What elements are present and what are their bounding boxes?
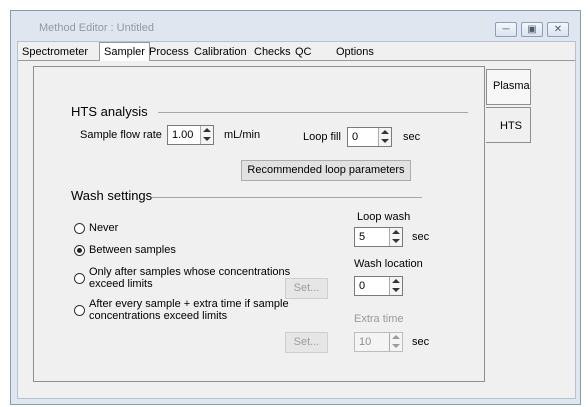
flow-rate-spin-arrows[interactable] [200,126,213,144]
side-tab-plasma[interactable]: Plasma [486,69,531,105]
loop-wash-unit: sec [412,231,430,243]
flow-rate-spinner[interactable]: 1.00 [167,125,214,145]
minimize-icon: ─ [502,24,510,35]
hts-analysis-heading: HTS analysis [71,104,148,119]
extra-time-label: Extra time [354,313,404,325]
loop-fill-label: Loop fill [303,131,341,143]
side-tab-hts[interactable]: HTS [486,107,531,143]
loop-wash-value: 5 [359,231,366,243]
recommended-loop-parameters-button[interactable]: Recommended loop parameters [241,160,411,181]
loop-wash-label: Loop wash [357,211,411,223]
extra-time-spin-arrows[interactable] [389,333,402,351]
spin-down-icon [392,344,400,348]
maximize-icon: ▣ [527,24,537,35]
radio-between-samples-label[interactable]: Between samples [89,244,176,256]
flow-rate-label: Sample flow rate [80,129,162,141]
spin-down-icon [392,239,400,243]
editor-client-area: Spectrometer Sampler Process Calibration… [17,41,576,399]
extra-time-unit: sec [412,336,430,348]
tab-qc[interactable]: QC [295,44,312,61]
title-bar[interactable]: Method Editor : Untitled ─ ▣ ✕ [11,11,580,41]
hts-group-line [158,112,468,113]
tab-checks[interactable]: Checks [254,44,291,61]
wash-location-spinner[interactable]: 0 [354,276,403,296]
close-button[interactable]: ✕ [547,22,569,37]
loop-fill-value: 0 [352,131,359,143]
maximize-button[interactable]: ▣ [521,22,543,37]
loop-fill-spin-arrows[interactable] [378,128,391,146]
wash-location-spin-arrows[interactable] [389,277,402,295]
radio-only-after-samples[interactable] [74,273,85,284]
radio-after-every-sample-label-line2[interactable]: concentrations exceed limits [89,310,227,322]
radio-only-after-samples-label-line1[interactable]: Only after samples whose concentrations [89,266,290,278]
radio-never[interactable] [74,223,85,234]
radio-between-samples[interactable] [74,245,85,256]
spin-down-icon [392,288,400,292]
spin-up-icon [203,128,211,132]
flow-rate-value: 1.00 [172,129,194,141]
wash-settings-heading: Wash settings [71,188,153,203]
tab-calibration[interactable]: Calibration [194,44,247,61]
radio-only-after-samples-label-line2[interactable]: exceed limits [89,278,153,290]
spin-down-icon [203,137,211,141]
tab-options[interactable]: Options [336,44,374,61]
window-title: Method Editor : Untitled [39,22,154,34]
minimize-button[interactable]: ─ [495,22,517,37]
wash-location-label: Wash location [354,258,423,270]
tab-spectrometer[interactable]: Spectrometer [22,44,88,61]
radio-after-every-sample[interactable] [74,305,85,316]
close-icon: ✕ [553,24,563,35]
set-button-2[interactable]: Set... [285,332,328,353]
radio-never-label[interactable]: Never [89,222,118,234]
radio-selected-dot [77,248,82,253]
wash-group-line [152,197,422,198]
side-tab-plasma-label: Plasma [493,80,530,92]
wash-location-value: 0 [359,280,366,292]
set-button-1[interactable]: Set... [285,278,328,299]
loop-wash-spinner[interactable]: 5 [354,227,403,247]
tab-sampler[interactable]: Sampler [99,42,150,61]
extra-time-value: 10 [359,336,372,348]
tab-process[interactable]: Process [149,44,189,61]
extra-time-spinner[interactable]: 10 [354,332,403,352]
radio-after-every-sample-label-line1[interactable]: After every sample + extra time if sampl… [89,298,289,310]
loop-fill-unit: sec [403,131,421,143]
spin-down-icon [381,139,389,143]
flow-rate-unit: mL/min [224,129,261,141]
spin-up-icon [381,130,389,134]
spin-up-icon [392,279,400,283]
loop-fill-spinner[interactable]: 0 [347,127,392,147]
spin-up-icon [392,335,400,339]
tab-strip: Spectrometer Sampler Process Calibration… [18,42,575,61]
sampler-panel: HTS analysis Sample flow rate 1.00 mL/mi… [33,66,485,382]
method-editor-window: Method Editor : Untitled ─ ▣ ✕ Spectrome… [10,10,581,405]
side-tab-hts-label: HTS [500,120,522,132]
spin-up-icon [392,230,400,234]
loop-wash-spin-arrows[interactable] [389,228,402,246]
